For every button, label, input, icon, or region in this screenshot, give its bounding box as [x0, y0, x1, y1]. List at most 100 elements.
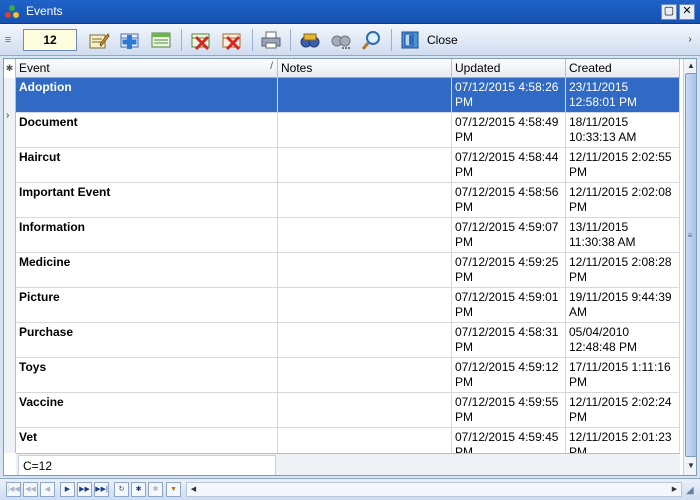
vertical-scrollbar[interactable]: ▲ ≡ ▼: [683, 59, 696, 475]
toolbar-grip-icon[interactable]: ≡: [4, 32, 12, 48]
cell-notes[interactable]: [278, 183, 452, 218]
cell-created[interactable]: 23/11/2015 12:58:01 PM: [566, 78, 680, 113]
table-row[interactable]: Medicine 07/12/2015 4:59:25 PM 12/11/2015 …: [16, 253, 680, 288]
cell-updated[interactable]: 07/12/2015 4:58:26 PM: [452, 78, 566, 113]
table-row[interactable]: Document 07/12/2015 4:58:49 PM 18/11/2015 …: [16, 113, 680, 148]
cell-notes[interactable]: [278, 218, 452, 253]
horizontal-scrollbar[interactable]: ◀ ▶: [186, 482, 682, 497]
maximize-button[interactable]: ▢: [661, 4, 677, 20]
table-row[interactable]: Information 07/12/2015 4:59:07 PM 13/11/20…: [16, 218, 680, 253]
nav-filter-icon[interactable]: ▼: [166, 482, 181, 497]
column-header-updated[interactable]: Updated: [452, 59, 566, 78]
zoom-button[interactable]: [359, 28, 385, 52]
nav-refresh-icon[interactable]: ↻: [114, 482, 129, 497]
cell-event[interactable]: Toys: [16, 358, 278, 393]
current-row-arrow-icon: ›: [6, 110, 10, 121]
cell-created[interactable]: 18/11/2015 10:33:13 AM: [566, 113, 680, 148]
cell-updated[interactable]: 07/12/2015 4:59:12 PM: [452, 358, 566, 393]
column-header-notes-label: Notes: [281, 61, 313, 75]
edit-button[interactable]: [86, 28, 112, 52]
cell-event[interactable]: Information: [16, 218, 278, 253]
scroll-up-icon[interactable]: ▲: [684, 59, 696, 73]
cell-notes[interactable]: [278, 358, 452, 393]
window-close-button[interactable]: ✕: [679, 4, 695, 20]
cell-event[interactable]: Important Event: [16, 183, 278, 218]
table-row[interactable]: Vaccine 07/12/2015 4:59:55 PM 12/11/2015 2…: [16, 393, 680, 428]
cell-event[interactable]: Purchase: [16, 323, 278, 358]
cell-created[interactable]: 12/11/2015 2:08:28 PM: [566, 253, 680, 288]
find-next-button[interactable]: [328, 28, 354, 52]
cell-notes[interactable]: [278, 288, 452, 323]
record-count-summary: C=12: [18, 455, 276, 475]
table-row[interactable]: Toys 07/12/2015 4:59:12 PM 17/11/2015 1:11…: [16, 358, 680, 393]
cell-created[interactable]: 12/11/2015 2:02:24 PM: [566, 393, 680, 428]
cell-event[interactable]: Document: [16, 113, 278, 148]
cell-updated[interactable]: 07/12/2015 4:59:25 PM: [452, 253, 566, 288]
nav-prev-icon[interactable]: ◀: [40, 482, 55, 497]
cell-updated[interactable]: 07/12/2015 4:59:55 PM: [452, 393, 566, 428]
print-button[interactable]: [258, 28, 284, 52]
cell-event[interactable]: Vaccine: [16, 393, 278, 428]
table-row[interactable]: Purchase 07/12/2015 4:58:31 PM 05/04/2010 …: [16, 323, 680, 358]
cell-updated[interactable]: 07/12/2015 4:58:44 PM: [452, 148, 566, 183]
table-row[interactable]: Picture 07/12/2015 4:59:01 PM 19/11/2015 9…: [16, 288, 680, 323]
nav-first-page-icon[interactable]: |◀◀: [6, 482, 21, 497]
delete-button[interactable]: [188, 28, 214, 52]
add-button[interactable]: [117, 28, 143, 52]
scroll-right-icon[interactable]: ▶: [668, 483, 681, 496]
cell-event[interactable]: Medicine: [16, 253, 278, 288]
cell-notes[interactable]: [278, 393, 452, 428]
cell-notes[interactable]: [278, 253, 452, 288]
cell-updated[interactable]: 07/12/2015 4:58:49 PM: [452, 113, 566, 148]
scroll-grip-icon: ≡: [687, 231, 693, 240]
cell-created[interactable]: 05/04/2010 12:48:48 PM: [566, 323, 680, 358]
cell-notes[interactable]: [278, 78, 452, 113]
edit-icon: [89, 33, 110, 49]
cell-created[interactable]: 12/11/2015 2:02:55 PM: [566, 148, 680, 183]
cell-updated[interactable]: 07/12/2015 4:58:56 PM: [452, 183, 566, 218]
find-button[interactable]: [297, 28, 323, 52]
toolbar-separator: [290, 29, 291, 51]
cell-notes[interactable]: [278, 113, 452, 148]
nav-last-page-icon[interactable]: ▶▶|: [94, 482, 109, 497]
scroll-left-icon[interactable]: ◀: [187, 483, 200, 496]
cell-event[interactable]: Picture: [16, 288, 278, 323]
nav-next-page-icon[interactable]: ▶▶: [77, 482, 92, 497]
scroll-thumb[interactable]: [685, 73, 696, 457]
column-header-notes[interactable]: Notes: [278, 59, 452, 78]
grid-corner-asterisk-icon[interactable]: ✱: [4, 59, 16, 78]
close-button-label[interactable]: Close: [427, 33, 458, 47]
cell-updated[interactable]: 07/12/2015 4:59:45 PM: [452, 428, 566, 453]
cell-updated[interactable]: 07/12/2015 4:59:01 PM: [452, 288, 566, 323]
resize-grip-icon[interactable]: ◢: [686, 485, 694, 496]
toolbar-overflow-icon[interactable]: ›: [683, 30, 697, 50]
nav-insert-icon[interactable]: ✱: [131, 482, 146, 497]
cell-event[interactable]: Vet: [16, 428, 278, 453]
cell-event[interactable]: Haircut: [16, 148, 278, 183]
close-button[interactable]: [397, 28, 423, 52]
column-header-created[interactable]: Created: [566, 59, 680, 78]
grid-footer: C=12: [16, 453, 680, 475]
cell-event[interactable]: Adoption: [16, 78, 278, 113]
delete-all-button[interactable]: [219, 28, 245, 52]
cell-updated[interactable]: 07/12/2015 4:58:31 PM: [452, 323, 566, 358]
cell-notes[interactable]: [278, 428, 452, 453]
cell-created[interactable]: 12/11/2015 2:01:23 PM: [566, 428, 680, 453]
scroll-down-icon[interactable]: ▼: [684, 459, 696, 473]
table-row[interactable]: Vet 07/12/2015 4:59:45 PM 12/11/2015 2:01:…: [16, 428, 680, 453]
nav-prev-page-icon[interactable]: ◀◀: [23, 482, 38, 497]
cell-notes[interactable]: [278, 323, 452, 358]
column-header-event[interactable]: Event /: [16, 59, 278, 78]
table-row[interactable]: Important Event 07/12/2015 4:58:56 PM 12/1…: [16, 183, 680, 218]
table-row[interactable]: Haircut 07/12/2015 4:58:44 PM 12/11/2015 2…: [16, 148, 680, 183]
cell-updated[interactable]: 07/12/2015 4:59:07 PM: [452, 218, 566, 253]
cell-created[interactable]: 12/11/2015 2:02:08 PM: [566, 183, 680, 218]
cell-created[interactable]: 13/11/2015 11:30:38 AM: [566, 218, 680, 253]
cell-notes[interactable]: [278, 148, 452, 183]
cell-created[interactable]: 19/11/2015 9:44:39 AM: [566, 288, 680, 323]
cell-created[interactable]: 17/11/2015 1:11:16 PM: [566, 358, 680, 393]
nav-edit-icon[interactable]: ✱: [148, 482, 163, 497]
list-button[interactable]: [148, 28, 174, 52]
nav-next-icon[interactable]: ▶: [60, 482, 75, 497]
table-row[interactable]: Adoption 07/12/2015 4:58:26 PM 23/11/2015 …: [16, 78, 680, 113]
